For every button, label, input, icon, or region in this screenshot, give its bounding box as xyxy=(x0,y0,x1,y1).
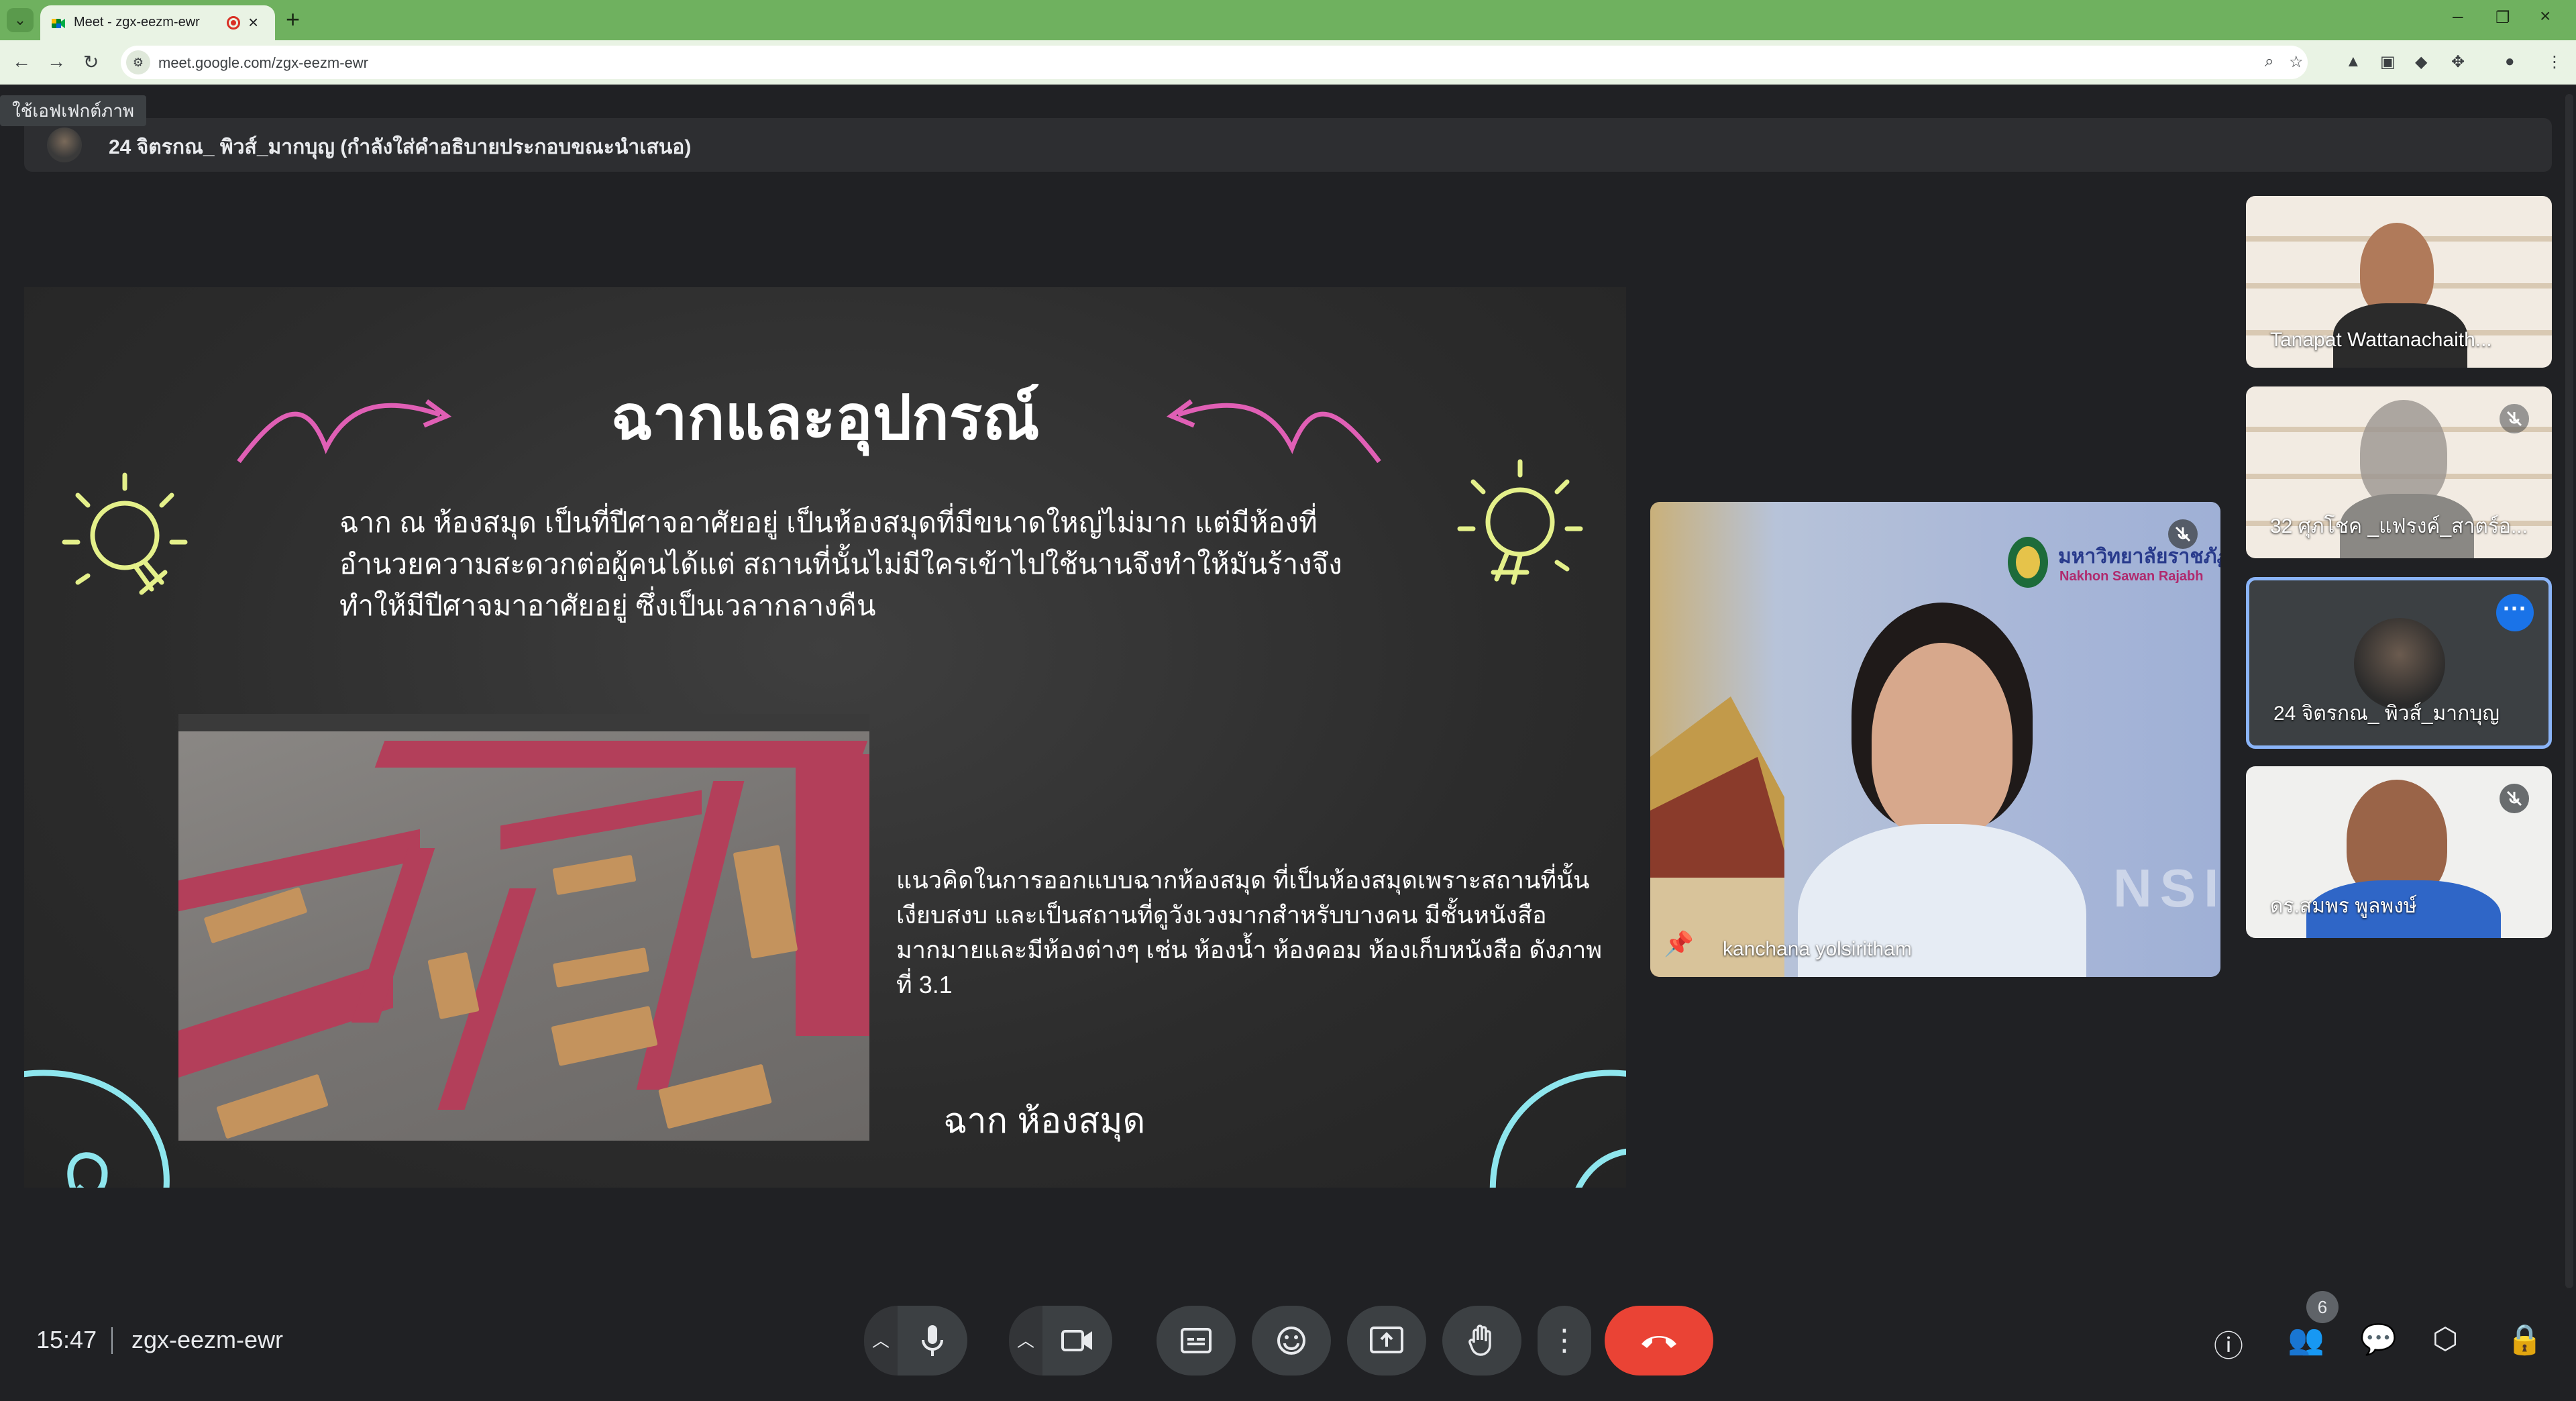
reactions-button[interactable] xyxy=(1252,1306,1331,1376)
tab-close-icon[interactable]: × xyxy=(248,12,258,33)
activities-shapes-icon[interactable]: ⬡ xyxy=(2432,1322,2458,1356)
raise-hand-button[interactable] xyxy=(1442,1306,1521,1376)
translate-extension-icon[interactable]: ◆ xyxy=(2415,52,2427,72)
microphone-button[interactable] xyxy=(898,1306,967,1376)
presenter-avatar xyxy=(47,127,82,162)
present-screen-icon xyxy=(1370,1327,1403,1353)
raise-hand-icon xyxy=(1468,1325,1491,1356)
participant-name-3: 24 จิตรกณ_ พิวส์_มากบุญ xyxy=(2273,703,2500,725)
camera-icon xyxy=(1061,1330,1092,1351)
drive-extension-icon[interactable]: ▲ xyxy=(2345,52,2361,71)
slide-caption: ฉาก ห้องสมุด xyxy=(943,1102,1146,1141)
lightbulb-left-decoration-icon xyxy=(62,472,188,595)
meeting-clock: 15:47 xyxy=(36,1326,97,1353)
editor-toolbar-strip xyxy=(178,714,869,731)
participant-name-1: Tanapat Wattanachaith... xyxy=(2270,329,2492,351)
browser-tab-meet[interactable]: Meet - zgx-eezm-ewr × xyxy=(40,5,275,40)
meet-favicon-icon xyxy=(52,19,65,28)
audio-options-chevron-icon[interactable]: ︿ xyxy=(864,1306,898,1376)
presenter-banner: 24 จิตรกณ_ พิวส์_มากบุญ (กำลังใส่คำอธิบา… xyxy=(24,118,2552,172)
restore-icon[interactable]: ❐ xyxy=(2496,8,2510,28)
participant-face xyxy=(1872,643,2012,837)
backdrop-university-name-en: Nakhon Sawan Rajabh xyxy=(2059,569,2204,584)
browser-menu-icon[interactable]: ⋮ xyxy=(2546,52,2563,72)
swirl-right-decoration-icon xyxy=(1489,1070,1626,1188)
participant-name-2: 32 ศุภโชค _แฟรงค์_สาตร์อ... xyxy=(2270,515,2528,537)
visual-effects-tooltip: ใช้เอฟเฟกต์ภาพ xyxy=(0,95,147,126)
tab-search-chevron-icon[interactable]: ⌄ xyxy=(7,8,34,32)
video-options-chevron-icon[interactable]: ︿ xyxy=(1009,1306,1042,1376)
participant-tile-1[interactable]: Tanapat Wattanachaith... xyxy=(2246,196,2552,368)
camera-button[interactable] xyxy=(1042,1306,1112,1376)
browser-tab-strip: ⌄ Meet - zgx-eezm-ewr × + – ❐ × xyxy=(0,0,2576,40)
muted-mic-icon xyxy=(2168,519,2198,549)
captions-button[interactable] xyxy=(1157,1306,1236,1376)
people-count-badge: 6 xyxy=(2306,1291,2339,1323)
slide-paragraph-1: ฉาก ณ ห้องสมุด เป็นที่ปีศาจอาศัยอยู่ เป็… xyxy=(339,507,1342,621)
chat-icon[interactable]: 💬 xyxy=(2360,1322,2397,1357)
backdrop-watermark: NSI xyxy=(2113,858,2220,918)
extensions-puzzle-icon[interactable]: ✥ xyxy=(2451,52,2465,72)
closed-captions-icon xyxy=(1181,1328,1212,1353)
emoji-icon xyxy=(1277,1327,1305,1355)
library-scene-image xyxy=(178,714,869,1141)
presentation-slide: ฉากและอุปกรณ์ ฉาก ณ ห้องสมุด เป็นที่ปีศา… xyxy=(24,287,1626,1188)
pinned-participant-tile[interactable]: มหาวิทยาลัยราชภัฏ Nakhon Sawan Rajabh NS… xyxy=(1650,502,2220,977)
address-url: meet.google.com/zgx-eezm-ewr xyxy=(158,54,369,71)
presenter-banner-text: 24 จิตรกณ_ พิวส์_มากบุญ (กำลังใส่คำอธิบา… xyxy=(109,136,692,158)
back-arrow-icon[interactable]: ← xyxy=(12,51,31,72)
browser-toolbar: ← → ↻ ⚙ meet.google.com/zgx-eezm-ewr ⌕ ☆… xyxy=(0,40,2576,85)
bookmark-star-icon[interactable]: ☆ xyxy=(2289,52,2304,72)
university-seal-icon xyxy=(2008,537,2048,588)
recording-indicator-icon xyxy=(227,16,240,30)
participant-tile-2[interactable]: 32 ศุภโชค _แฟรงค์_สาตร์อ... xyxy=(2246,386,2552,558)
participant-name-4: ดร.สมพร พูลพงษ์ xyxy=(2270,895,2417,917)
forward-arrow-icon[interactable]: → xyxy=(47,51,66,72)
zoom-icon[interactable]: ⌕ xyxy=(2265,52,2273,71)
pinned-participant-name: kanchana yolsiritham xyxy=(1723,938,1912,960)
slide-title: ฉากและอุปกรณ์ xyxy=(610,384,1040,452)
leave-call-button[interactable] xyxy=(1605,1306,1713,1376)
swirl-left-decoration-icon xyxy=(24,1070,170,1188)
pin-icon[interactable]: 📌 xyxy=(1664,930,1694,958)
present-screen-button[interactable] xyxy=(1347,1306,1426,1376)
extension-icon[interactable]: ▣ xyxy=(2380,52,2396,72)
people-icon[interactable]: 👥 xyxy=(2288,1322,2324,1357)
more-options-vertical-icon[interactable]: ⋮ xyxy=(1538,1306,1591,1376)
host-controls-lock-icon[interactable]: 🔒 xyxy=(2506,1322,2543,1357)
participant-tile-4[interactable]: ดร.สมพร พูลพงษ์ xyxy=(2246,766,2552,938)
more-options-dots-icon[interactable]: ··· xyxy=(2496,594,2534,631)
address-bar[interactable]: ⚙ meet.google.com/zgx-eezm-ewr ⌕ ☆ xyxy=(121,46,2308,79)
muted-mic-icon xyxy=(2500,404,2529,433)
profile-avatar-icon[interactable]: ● xyxy=(2505,52,2515,71)
reload-icon[interactable]: ↻ xyxy=(83,51,99,73)
muted-mic-icon xyxy=(2500,784,2529,813)
participant-tile-3[interactable]: ··· 24 จิตรกณ_ พิวส์_มากบุญ xyxy=(2246,577,2552,749)
new-tab-plus-icon[interactable]: + xyxy=(286,5,300,34)
hang-up-phone-icon xyxy=(1642,1336,1676,1348)
minimize-icon[interactable]: – xyxy=(2453,5,2463,27)
site-info-icon[interactable]: ⚙ xyxy=(126,50,150,74)
meeting-code: zgx-eezm-ewr xyxy=(131,1326,284,1353)
slide-paragraph-2: แนวคิดในการออกแบบฉากห้องสมุด ที่เป็นห้อง… xyxy=(896,866,1603,998)
microphone-icon xyxy=(922,1325,943,1356)
tab-title: Meet - zgx-eezm-ewr xyxy=(74,15,200,30)
window-close-icon[interactable]: × xyxy=(2540,5,2551,27)
page-scrollbar[interactable] xyxy=(2565,94,2573,1288)
participant-avatar xyxy=(2354,618,2445,709)
meeting-info-icon[interactable]: ⓘ xyxy=(2214,1322,2243,1365)
